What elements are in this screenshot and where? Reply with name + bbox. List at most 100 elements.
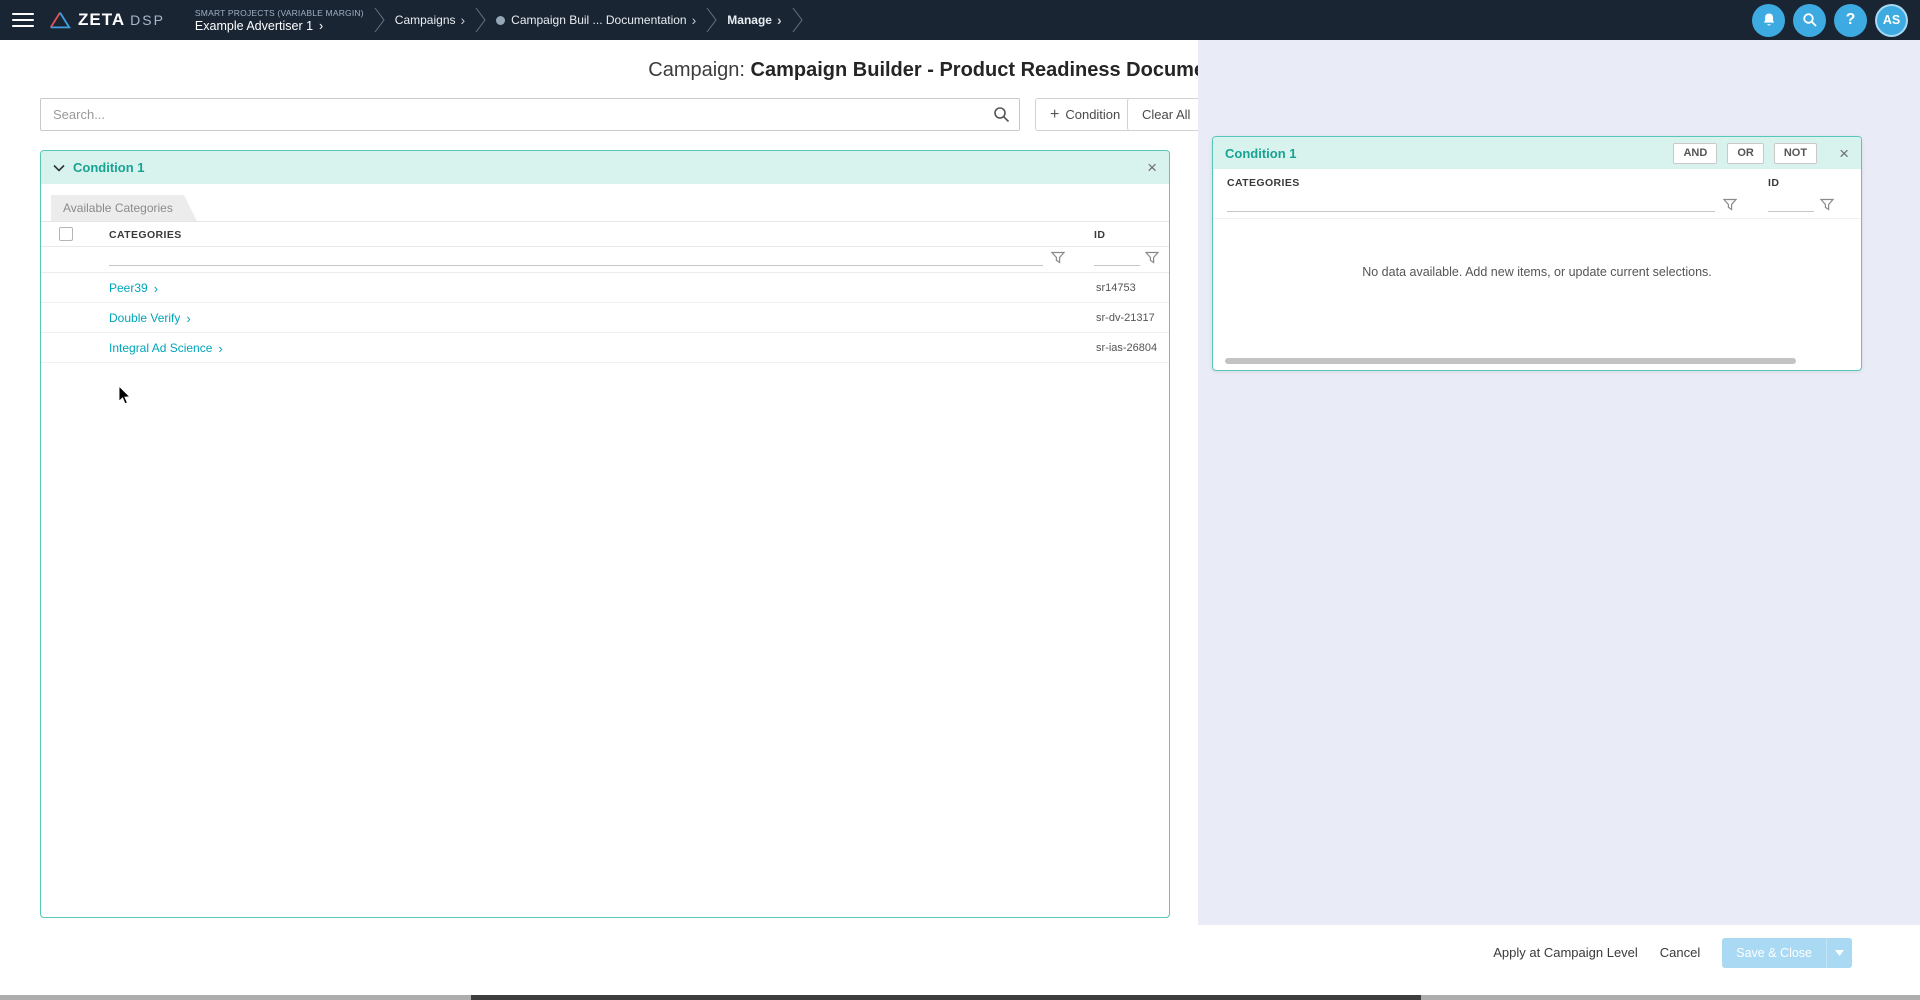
category-link[interactable]: Peer39 › (109, 281, 158, 295)
search-icon (1802, 12, 1818, 28)
condition-title: Condition 1 (73, 160, 145, 175)
not-operator-button[interactable]: NOT (1774, 143, 1817, 164)
filter-icon[interactable] (1723, 198, 1737, 211)
table-row[interactable]: Integral Ad Science › sr-ias-26804 (41, 333, 1169, 363)
search-input[interactable] (40, 98, 1020, 131)
cancel-link[interactable]: Cancel (1660, 938, 1700, 968)
chevron-right-icon: › (319, 19, 323, 33)
breadcrumb-separator-icon (374, 6, 385, 34)
category-link[interactable]: Integral Ad Science › (109, 341, 223, 355)
table-row[interactable]: Double Verify › sr-dv-21317 (41, 303, 1169, 333)
row-id: sr-ias-26804 (1096, 342, 1157, 354)
footer-actions: Apply at Campaign Level Cancel Save & Cl… (0, 925, 1920, 995)
chevron-right-icon: › (461, 13, 466, 27)
column-header-categories: CATEGORIES (1227, 177, 1300, 189)
condition-title: Condition 1 (1225, 146, 1297, 161)
breadcrumb-manage[interactable]: Manage › (723, 13, 785, 27)
or-operator-button[interactable]: OR (1727, 143, 1764, 164)
breadcrumb-campaigns[interactable]: Campaigns › (391, 13, 469, 27)
page-horizontal-scrollbar[interactable] (0, 995, 1920, 1000)
id-filter-input[interactable] (1768, 211, 1814, 212)
breadcrumb-advertiser-label: Example Advertiser 1 (195, 19, 313, 33)
column-header-id: ID (1768, 177, 1779, 189)
tab-label: Available Categories (63, 201, 173, 215)
horizontal-scrollbar[interactable] (1225, 358, 1796, 364)
category-label: Integral Ad Science (109, 341, 212, 355)
avatar[interactable]: AS (1875, 4, 1908, 37)
condition-panel-available: Condition 1 × Available Categories CATEG… (40, 150, 1170, 918)
breadcrumb-separator-icon (706, 6, 717, 34)
add-condition-button[interactable]: + Condition (1035, 98, 1135, 131)
breadcrumb-project-label: SMART PROJECTS (VARIABLE MARGIN) (195, 8, 364, 18)
category-label: Double Verify (109, 311, 180, 325)
chevron-right-icon: › (186, 312, 190, 325)
search-box (40, 98, 1020, 131)
caret-down-icon (1835, 950, 1844, 956)
plus-icon: + (1050, 107, 1059, 123)
apply-campaign-level-link[interactable]: Apply at Campaign Level (1493, 938, 1638, 968)
selection-area: Condition 1 AND OR NOT × CATEGORIES ID N… (1198, 40, 1920, 925)
logo-text-dsp: DSP (130, 12, 165, 28)
breadcrumb-advertiser[interactable]: SMART PROJECTS (VARIABLE MARGIN) Example… (191, 8, 368, 33)
help-button[interactable]: ? (1834, 4, 1867, 37)
operator-button-group: AND OR NOT (1673, 143, 1817, 164)
clear-all-button[interactable]: Clear All (1127, 98, 1205, 131)
scrollbar-thumb[interactable] (471, 995, 1421, 1000)
add-condition-label: Condition (1065, 107, 1120, 122)
column-header-categories: CATEGORIES (109, 229, 182, 241)
breadcrumb-separator-icon (475, 6, 486, 34)
close-icon[interactable]: × (1147, 159, 1157, 176)
id-filter-input[interactable] (1094, 265, 1140, 266)
logo-text-zeta: ZETA (78, 10, 125, 30)
topbar-actions: ? AS (1752, 4, 1920, 37)
table-filter-row (1213, 193, 1861, 219)
category-link[interactable]: Double Verify › (109, 311, 191, 325)
zeta-dsp-logo[interactable]: ZETA DSP (48, 10, 165, 30)
search-icon[interactable] (993, 106, 1010, 123)
status-dot-icon (496, 16, 505, 25)
save-options-dropdown[interactable] (1826, 938, 1852, 968)
breadcrumb-campaigns-label: Campaigns (395, 13, 456, 27)
table-filter-row (41, 243, 1169, 273)
table-body: Peer39 › sr14753 Double Verify › sr-dv-2… (41, 273, 1169, 363)
collapse-chevron-icon[interactable] (53, 164, 65, 172)
and-operator-button[interactable]: AND (1673, 143, 1717, 164)
categories-filter-input[interactable] (109, 265, 1043, 266)
hamburger-menu-icon[interactable] (12, 9, 34, 31)
filter-icon[interactable] (1145, 251, 1159, 264)
filter-icon[interactable] (1051, 251, 1065, 264)
chevron-right-icon: › (692, 13, 697, 27)
breadcrumb-manage-label: Manage (727, 13, 772, 27)
select-all-checkbox[interactable] (59, 227, 73, 241)
save-close-split-button: Save & Close (1722, 938, 1852, 968)
page-title-prefix: Campaign: (648, 59, 750, 81)
category-label: Peer39 (109, 281, 148, 295)
condition-panel-selected: Condition 1 AND OR NOT × CATEGORIES ID N… (1212, 136, 1862, 371)
row-id: sr14753 (1096, 282, 1136, 294)
condition-panel-header: Condition 1 AND OR NOT × (1213, 137, 1861, 169)
breadcrumb-campaign-builder-label: Campaign Buil ... Documentation (511, 13, 686, 27)
page-title-name: Campaign Builder - Product Readiness Doc… (751, 59, 1272, 81)
breadcrumb-separator-icon (792, 6, 803, 34)
zeta-logo-icon (48, 10, 72, 30)
table-header-row: CATEGORIES ID (1213, 169, 1861, 193)
chevron-right-icon: › (777, 13, 782, 27)
save-close-button[interactable]: Save & Close (1722, 938, 1826, 968)
notifications-button[interactable] (1752, 4, 1785, 37)
categories-filter-input[interactable] (1227, 211, 1715, 212)
breadcrumb: SMART PROJECTS (VARIABLE MARGIN) Example… (191, 0, 809, 40)
close-icon[interactable]: × (1839, 145, 1849, 162)
chevron-right-icon: › (154, 282, 158, 295)
breadcrumb-campaign-builder[interactable]: Campaign Buil ... Documentation › (492, 13, 700, 27)
chevron-right-icon: › (218, 342, 222, 355)
column-header-id: ID (1094, 229, 1105, 241)
row-id: sr-dv-21317 (1096, 312, 1155, 324)
bell-icon (1761, 12, 1777, 28)
condition-panel-header: Condition 1 × (41, 151, 1169, 184)
search-button[interactable] (1793, 4, 1826, 37)
table-row[interactable]: Peer39 › sr14753 (41, 273, 1169, 303)
filter-icon[interactable] (1820, 198, 1834, 211)
tab-available-categories[interactable]: Available Categories (51, 195, 197, 221)
top-navigation-bar: ZETA DSP SMART PROJECTS (VARIABLE MARGIN… (0, 0, 1920, 40)
empty-state-message: No data available. Add new items, or upd… (1213, 265, 1861, 279)
